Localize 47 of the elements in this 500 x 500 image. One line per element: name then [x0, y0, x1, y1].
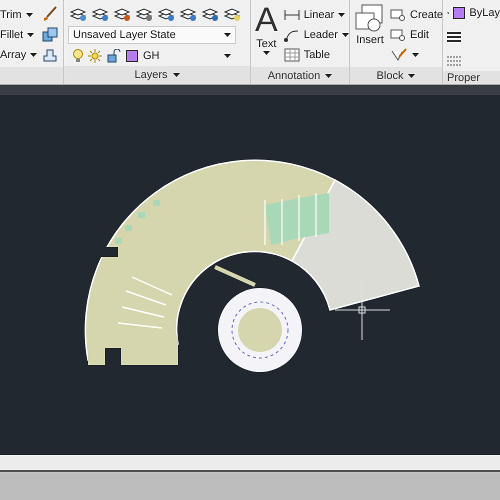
layer-state-dropdown[interactable]: Unsaved Layer State	[68, 26, 236, 44]
color-swatch	[126, 50, 138, 62]
caret-icon[interactable]	[325, 74, 332, 78]
crosshair-icon	[334, 280, 390, 340]
tool-label[interactable]: Fillet	[0, 29, 24, 41]
tool-label[interactable]: Create	[410, 9, 444, 21]
caret-icon[interactable]	[26, 13, 33, 17]
text-icon: A	[255, 3, 278, 37]
tool-label[interactable]: Array	[0, 49, 26, 61]
linetype-icon[interactable]	[447, 55, 461, 67]
panel-title[interactable]: Proper	[447, 72, 480, 84]
block-icon[interactable]	[390, 28, 406, 42]
brush-icon[interactable]	[41, 5, 60, 23]
caret-icon[interactable]	[338, 13, 346, 17]
caret-icon[interactable]	[30, 53, 38, 57]
lightbulb-icon[interactable]	[73, 49, 83, 63]
sun-icon[interactable]	[88, 49, 102, 63]
table-icon[interactable]	[284, 48, 300, 62]
leader-icon[interactable]	[284, 28, 300, 42]
panel-title[interactable]: Layers	[134, 69, 168, 81]
unlock-icon[interactable]	[107, 49, 121, 63]
boxes-icon[interactable]	[41, 26, 60, 44]
caret-icon[interactable]	[224, 33, 231, 37]
text-button[interactable]: A Text	[255, 3, 278, 67]
color-value[interactable]: ByLay	[469, 7, 500, 19]
tool-label[interactable]: Edit	[410, 29, 429, 41]
insert-button[interactable]: Insert	[354, 3, 386, 67]
pencil-icon[interactable]	[390, 47, 408, 63]
panel-title[interactable]: Block	[376, 70, 404, 82]
tool-label[interactable]: Table	[304, 49, 330, 61]
dimension-icon[interactable]	[284, 9, 300, 21]
layer-dropdown[interactable]: GH	[68, 47, 236, 65]
caret-icon[interactable]	[27, 33, 34, 37]
caret-icon[interactable]	[172, 73, 180, 77]
caret-icon[interactable]	[262, 51, 270, 55]
caret-icon[interactable]	[408, 74, 416, 78]
layer-name: GH	[143, 50, 160, 62]
block-icon[interactable]	[390, 8, 406, 22]
lineweight-icon[interactable]	[447, 31, 461, 43]
tool-label[interactable]: Linear	[304, 9, 334, 21]
tool-label[interactable]: Leader	[304, 29, 338, 41]
color-swatch	[453, 7, 466, 19]
caret-icon[interactable]	[224, 54, 231, 58]
panel-title[interactable]: Annotation	[268, 70, 320, 82]
tool-label[interactable]: Trim	[0, 9, 22, 21]
caret-icon[interactable]	[342, 33, 349, 37]
caret-icon[interactable]	[412, 53, 419, 57]
